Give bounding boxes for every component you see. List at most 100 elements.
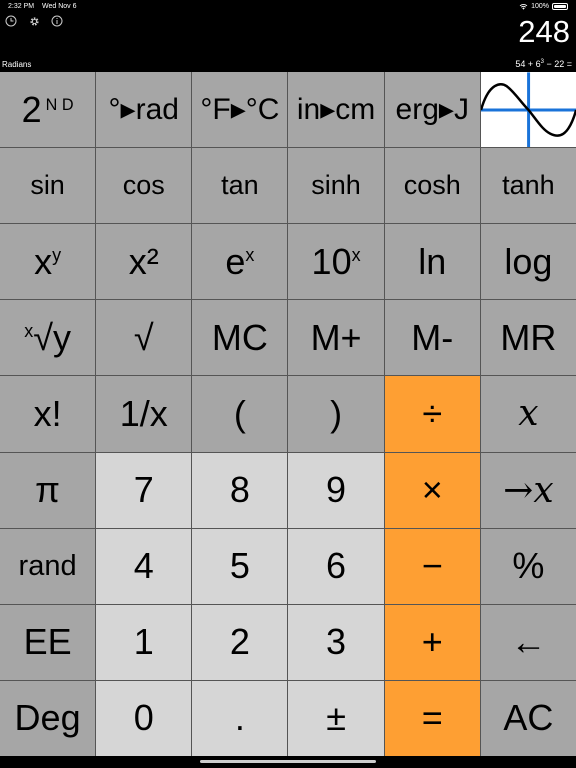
left-paren-button[interactable]: ( (192, 376, 288, 452)
cos-button[interactable]: cos (96, 148, 192, 224)
f-to-c-button[interactable]: °F▸°C (192, 72, 288, 148)
reciprocal-button[interactable]: 1/x (96, 376, 192, 452)
six-label: 6 (326, 545, 347, 587)
recip-label: 1/x (119, 392, 168, 434)
divide-label: ÷ (422, 392, 443, 434)
pi-button[interactable]: π (0, 452, 96, 528)
square-root-button[interactable]: √ (96, 300, 192, 376)
multiply-label: × (421, 469, 443, 511)
cos-label: cos (122, 170, 165, 201)
fact-label: x! (33, 392, 62, 434)
one-label: 1 (133, 621, 154, 663)
minus-label: − (421, 545, 443, 587)
ten-power-x-button[interactable]: 10x (288, 224, 384, 300)
xrooty-main: √y (33, 316, 71, 358)
four-label: 4 (133, 545, 154, 587)
xy-main: x (34, 240, 53, 282)
home-indicator[interactable] (200, 760, 376, 763)
second-sup: N D (45, 96, 74, 115)
ex-sup: x (245, 245, 255, 266)
sin-button[interactable]: sin (0, 148, 96, 224)
cosh-label: cosh (403, 170, 461, 201)
mr-label: MR (500, 316, 557, 358)
expression-tail: − 22 = (543, 59, 572, 69)
second-function-button[interactable]: 2N D (0, 72, 96, 148)
deg-to-rad-button[interactable]: °▸rad (96, 72, 192, 148)
dot-label: . (234, 697, 245, 739)
deg-to-rad-label: °▸rad (108, 93, 179, 127)
digit-9-button[interactable]: 9 (288, 452, 384, 528)
sinh-button[interactable]: sinh (288, 148, 384, 224)
tan-button[interactable]: tan (192, 148, 288, 224)
digit-1-button[interactable]: 1 (96, 604, 192, 680)
memory-add-button[interactable]: M+ (288, 300, 384, 376)
lparen-label: ( (233, 392, 246, 434)
factorial-button[interactable]: x! (0, 376, 96, 452)
ac-label: AC (503, 697, 554, 739)
store-x-label: →x (503, 469, 554, 511)
e-power-x-button[interactable]: ex (192, 224, 288, 300)
cosh-button[interactable]: cosh (384, 148, 480, 224)
x-power-y-button[interactable]: xy (0, 224, 96, 300)
status-bar: 2:32 PM Wed Nov 6 100% (0, 0, 576, 14)
digit-6-button[interactable]: 6 (288, 528, 384, 604)
in-to-cm-button[interactable]: in▸cm (288, 72, 384, 148)
f-to-c-label: °F▸°C (200, 93, 280, 127)
x-squared-button[interactable]: x² (96, 224, 192, 300)
top-icons (4, 14, 64, 28)
expression-display: 54 + 63 − 22 = (515, 59, 572, 69)
memory-clear-button[interactable]: MC (192, 300, 288, 376)
deg-mode-button[interactable]: Deg (0, 680, 96, 756)
percent-label: % (512, 545, 545, 587)
digit-8-button[interactable]: 8 (192, 452, 288, 528)
random-button[interactable]: rand (0, 528, 96, 604)
sqrt-label: √ (133, 316, 154, 358)
right-paren-button[interactable]: ) (288, 376, 384, 452)
three-label: 3 (326, 621, 347, 663)
store-x-button[interactable]: →x (480, 452, 576, 528)
erg-to-j-button[interactable]: erg▸J (384, 72, 480, 148)
graph-button[interactable] (480, 72, 576, 148)
tanh-button[interactable]: tanh (480, 148, 576, 224)
ee-label: EE (23, 621, 72, 663)
mminus-label: M- (411, 316, 454, 358)
keypad: 2N D °▸rad °F▸°C in▸cm erg▸J sin cos tan… (0, 72, 576, 756)
xy-sup: y (52, 245, 62, 266)
equals-button[interactable]: = (384, 680, 480, 756)
rparen-label: ) (330, 392, 343, 434)
plus-minus-button[interactable]: ± (288, 680, 384, 756)
ln-button[interactable]: ln (384, 224, 480, 300)
digit-4-button[interactable]: 4 (96, 528, 192, 604)
memory-recall-button[interactable]: MR (480, 300, 576, 376)
status-time: 2:32 PM (8, 3, 35, 10)
battery-icon (552, 3, 568, 10)
history-clock-icon[interactable] (4, 14, 18, 28)
rand-label: rand (18, 549, 77, 582)
percent-button[interactable]: % (480, 528, 576, 604)
exponent-entry-button[interactable]: EE (0, 604, 96, 680)
erg-to-j-label: erg▸J (395, 93, 469, 127)
decimal-point-button[interactable]: . (192, 680, 288, 756)
deg-label: Deg (14, 697, 81, 739)
gear-icon[interactable] (27, 14, 41, 28)
add-button[interactable]: + (384, 604, 480, 680)
x-root-y-button[interactable]: x√y (0, 300, 96, 376)
eight-label: 8 (229, 469, 250, 511)
angle-mode-label: Radians (2, 60, 32, 69)
variable-x-button[interactable]: x (480, 376, 576, 452)
subtract-button[interactable]: − (384, 528, 480, 604)
multiply-button[interactable]: × (384, 452, 480, 528)
xrooty-sup: x (24, 321, 34, 342)
memory-subtract-button[interactable]: M- (384, 300, 480, 376)
status-date: Wed Nov 6 (42, 3, 77, 10)
digit-0-button[interactable]: 0 (96, 680, 192, 756)
backspace-button[interactable]: ← (480, 604, 576, 680)
log-button[interactable]: log (480, 224, 576, 300)
info-icon[interactable] (50, 14, 64, 28)
digit-3-button[interactable]: 3 (288, 604, 384, 680)
digit-5-button[interactable]: 5 (192, 528, 288, 604)
divide-button[interactable]: ÷ (384, 376, 480, 452)
digit-2-button[interactable]: 2 (192, 604, 288, 680)
digit-7-button[interactable]: 7 (96, 452, 192, 528)
all-clear-button[interactable]: AC (480, 680, 576, 756)
